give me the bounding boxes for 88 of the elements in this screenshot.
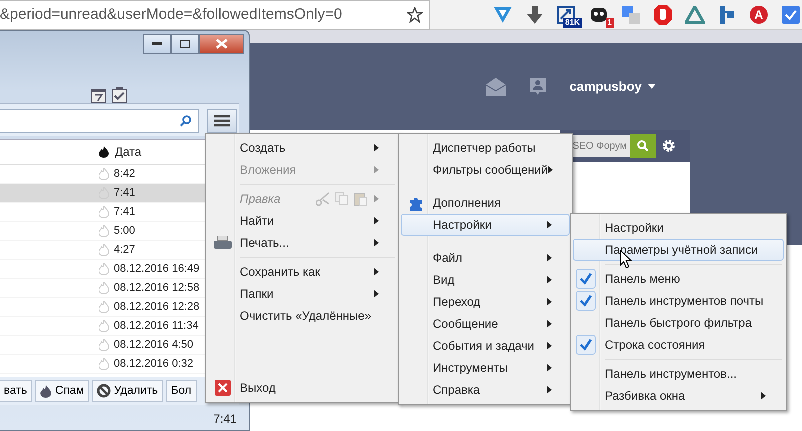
triangle-icon[interactable] <box>685 6 705 24</box>
download-icon[interactable] <box>527 6 543 24</box>
star-icon[interactable] <box>407 6 423 22</box>
menu-item[interactable]: Панель инструментов... <box>573 363 784 385</box>
date-cell: 7:41 <box>114 206 136 218</box>
toolbar-button[interactable]: Спам <box>35 380 90 402</box>
date-cell: 08.12.2016 4:50 <box>114 339 194 351</box>
menu-item[interactable]: Вид <box>401 269 570 291</box>
checkbox-icon[interactable] <box>782 6 800 24</box>
menu-item[interactable]: Инструменты <box>401 357 570 379</box>
date-cell: 8:42 <box>114 168 136 180</box>
flame-icon <box>99 282 109 294</box>
username[interactable]: campusboy <box>570 79 642 94</box>
date-cell: 08.12.2016 11:34 <box>114 320 199 332</box>
menu-item[interactable]: Настройки <box>401 214 570 236</box>
translate-icon[interactable] <box>622 6 640 24</box>
flame-icon <box>99 358 109 370</box>
date-cell: 5:00 <box>114 225 136 237</box>
close-icon <box>215 380 231 396</box>
menu-item[interactable]: Настройки <box>573 217 784 239</box>
toolbar-button[interactable]: вать <box>0 380 32 402</box>
date-cell: 08.12.2016 12:28 <box>114 301 200 313</box>
v-shape-icon[interactable] <box>494 6 512 22</box>
scissors-icon <box>316 192 330 206</box>
task-icon[interactable] <box>112 87 127 103</box>
menu-item[interactable]: Переход <box>401 291 570 313</box>
maximize-icon <box>180 40 190 48</box>
flame-icon <box>99 263 109 275</box>
menu-item[interactable]: Панель меню <box>573 268 784 290</box>
menu-item[interactable]: Файл <box>401 247 570 269</box>
menu-item[interactable]: Дополнения <box>401 192 570 214</box>
printer-icon <box>214 236 232 250</box>
count-badge: 81K <box>563 18 582 28</box>
menu-item[interactable]: Справка <box>401 379 570 401</box>
paste-icon <box>354 192 368 206</box>
menu-item[interactable]: Разбивка окна <box>573 385 784 407</box>
flame-icon <box>99 225 109 237</box>
count-badge: 1 <box>606 18 614 28</box>
date-cell: 08.12.2016 0:32 <box>114 358 194 370</box>
menu-item[interactable]: Панель инструментов почты <box>573 290 784 312</box>
search-button[interactable] <box>630 134 656 158</box>
envelope-icon[interactable] <box>486 78 506 96</box>
menu-item[interactable]: Создать <box>208 137 397 159</box>
flame-icon <box>99 206 109 218</box>
flame-icon <box>99 168 109 180</box>
date-cell: 7:41 <box>114 187 136 199</box>
letter-badge-icon[interactable]: A <box>750 6 768 24</box>
ghost-icon[interactable] <box>590 6 608 24</box>
calendar-icon[interactable] <box>91 87 106 103</box>
menu-item[interactable]: Выход <box>208 377 397 399</box>
menu-item[interactable]: Фильтры сообщений <box>401 159 570 181</box>
caret-icon[interactable] <box>648 84 656 89</box>
flame-icon <box>99 244 109 256</box>
block-icon <box>97 384 112 398</box>
menu-item[interactable]: События и задачи <box>401 335 570 357</box>
close-button[interactable] <box>199 34 244 54</box>
minimize-icon <box>152 42 162 46</box>
date-cell: 4:27 <box>114 244 136 256</box>
menu-button[interactable] <box>207 109 237 133</box>
menu-item[interactable]: Диспетчер работы <box>401 137 570 159</box>
toolbar-button[interactable]: Бол <box>166 380 197 402</box>
maximize-button[interactable] <box>171 34 199 54</box>
date-cell: 08.12.2016 12:58 <box>114 282 200 294</box>
search-field[interactable] <box>0 109 199 133</box>
close-icon <box>216 39 228 49</box>
menu-item[interactable]: Параметры учётной записи <box>573 239 784 261</box>
toolbar-button[interactable]: Удалить <box>92 380 164 402</box>
flame-icon <box>99 320 109 332</box>
column-header[interactable]: Дата <box>115 145 142 159</box>
menu-icon <box>214 115 230 127</box>
settings-icon[interactable] <box>662 139 676 153</box>
status-time: 7:41 <box>214 412 237 426</box>
flame-icon <box>99 301 109 313</box>
stop-sign-icon[interactable] <box>654 4 672 24</box>
date-cell: 08.12.2016 16:49 <box>114 263 200 275</box>
search-icon <box>180 115 192 127</box>
puzzle-icon <box>408 195 424 211</box>
minimize-button[interactable] <box>143 34 171 54</box>
menu-item[interactable]: Строка состояния <box>573 334 784 356</box>
copy-icon <box>335 192 349 206</box>
menu-item[interactable]: Сообщение <box>401 313 570 335</box>
search-icon <box>637 140 649 152</box>
flame-icon <box>99 339 109 351</box>
person-icon[interactable] <box>530 78 546 96</box>
flame-icon <box>40 384 52 398</box>
menu-item[interactable]: Панель быстрого фильтра <box>573 312 784 334</box>
flag-icon[interactable] <box>718 6 736 24</box>
flame-icon[interactable] <box>99 146 109 158</box>
